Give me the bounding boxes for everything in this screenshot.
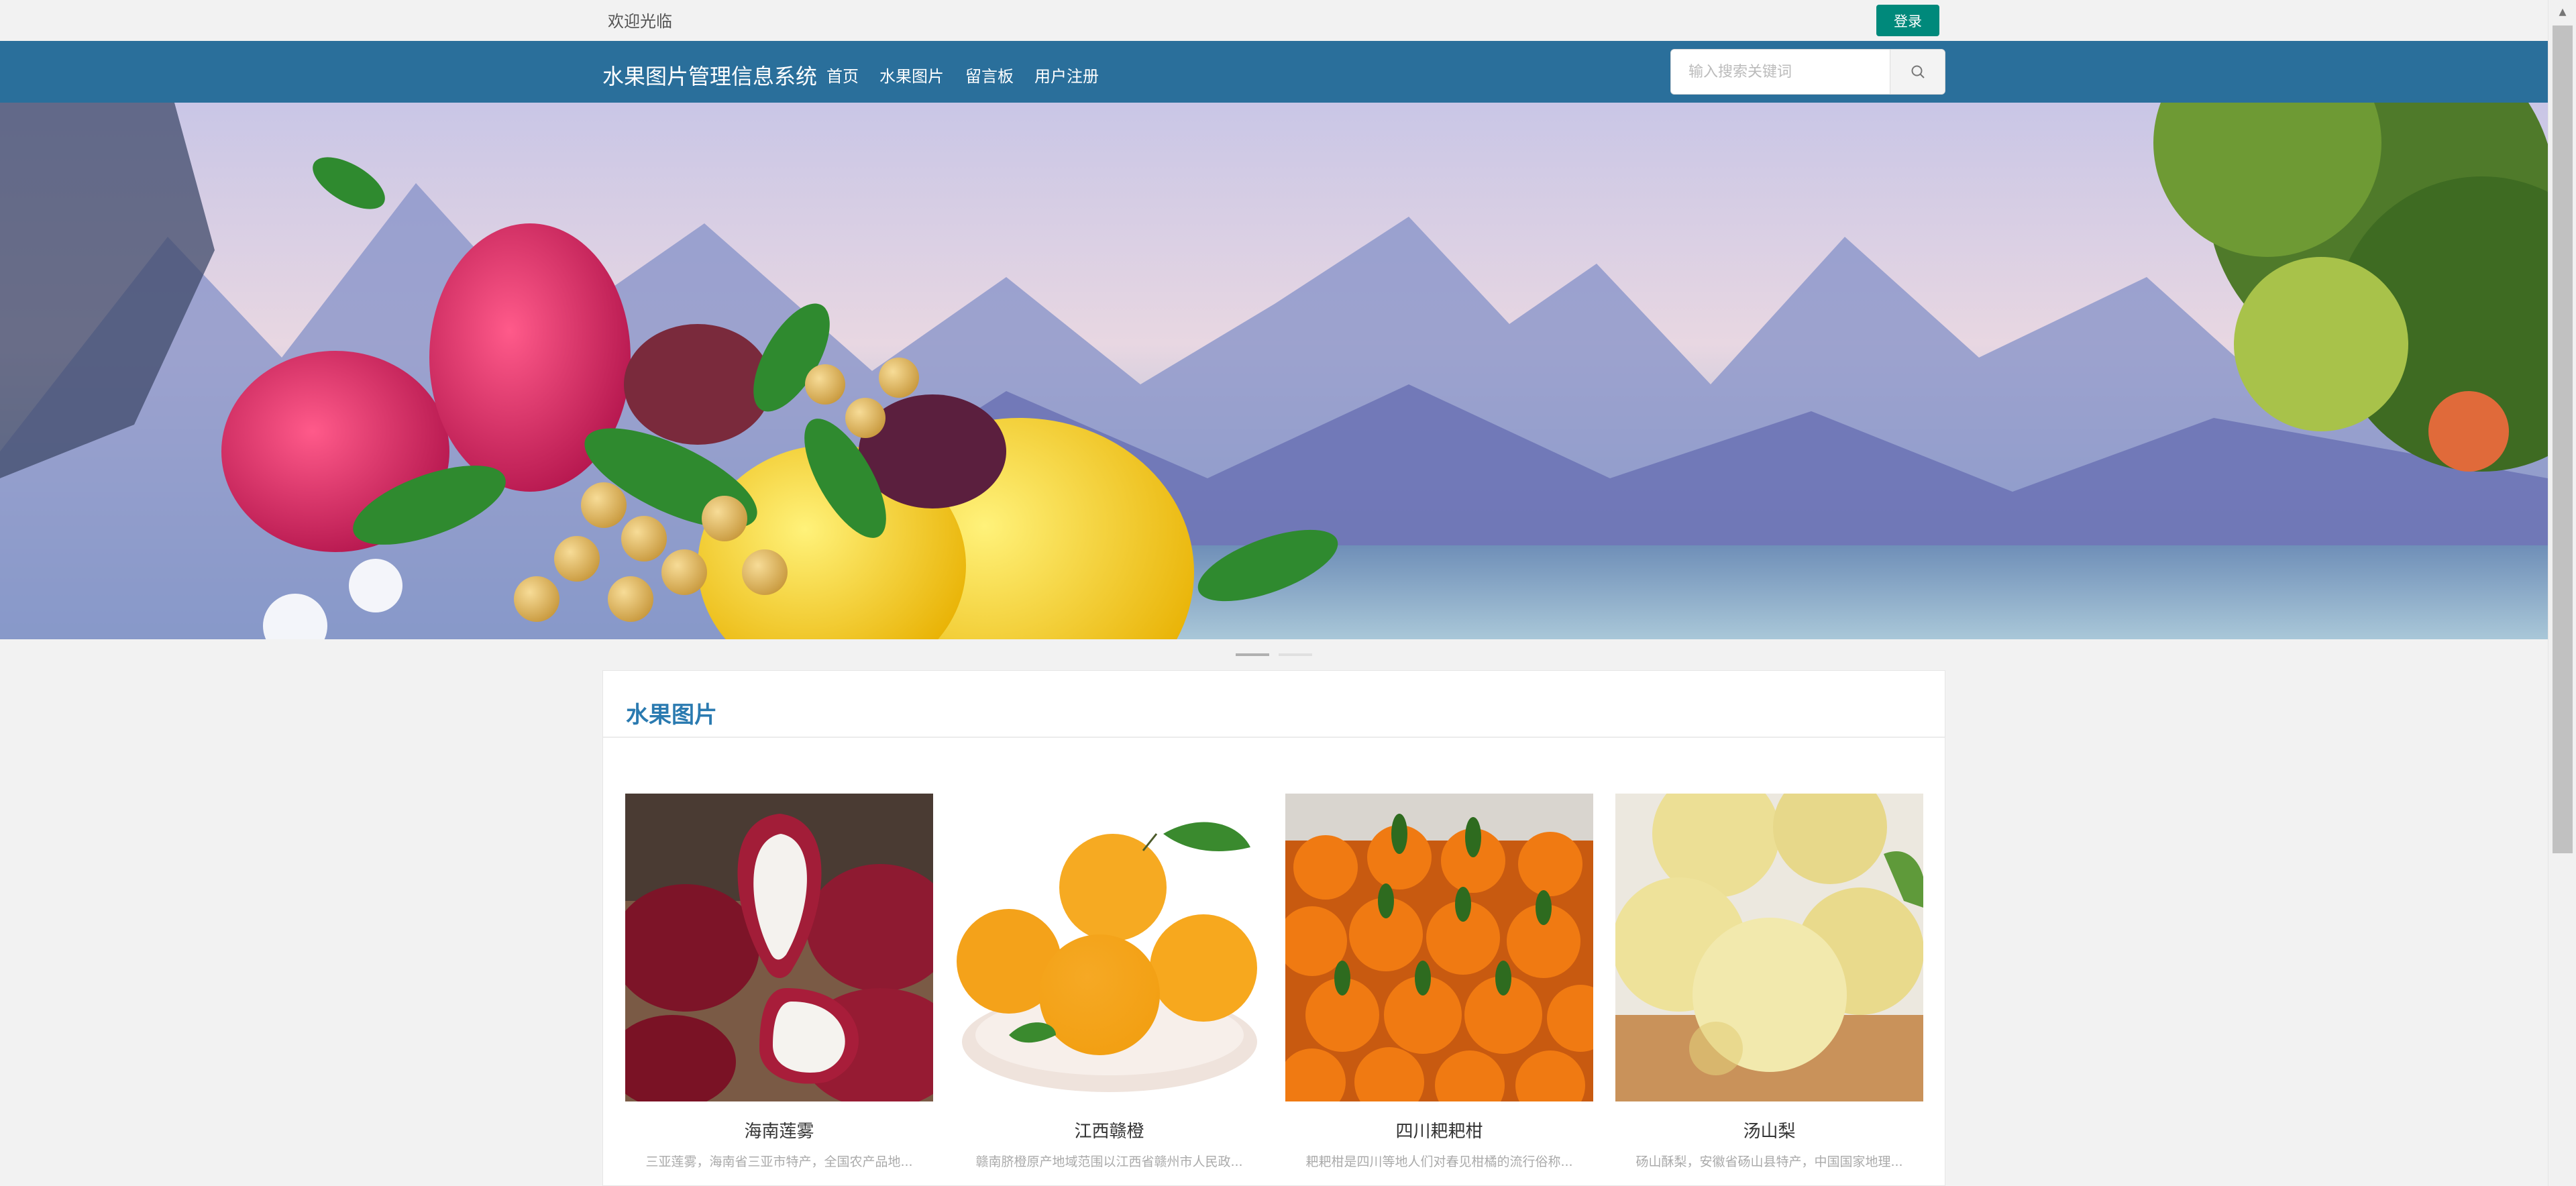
- fruit-card-name[interactable]: 江西赣橙: [955, 1118, 1263, 1142]
- top-bar: 欢迎光临 登录: [0, 0, 2548, 41]
- banner-image: [0, 103, 2548, 639]
- wax-apple-image: [625, 794, 933, 1101]
- fruit-card-image[interactable]: [1285, 794, 1593, 1101]
- scroll-up-arrow-icon[interactable]: ▴: [2548, 0, 2576, 23]
- carousel-dot-2[interactable]: [1279, 653, 1312, 656]
- navbar: 水果图片管理信息系统 首页 水果图片 留言板 用户注册: [0, 41, 2548, 103]
- fruit-card[interactable]: 四川耙耙柑 耙耙柑是四川等地人们对春见柑橘的流行俗称...: [1285, 794, 1593, 1170]
- search-icon: [1911, 65, 1925, 78]
- navel-orange-image: [955, 794, 1263, 1101]
- fruit-card[interactable]: 海南莲雾 三亚莲雾，海南省三亚市特产，全国农产品地...: [625, 794, 933, 1170]
- search-button[interactable]: [1890, 50, 1945, 94]
- fruit-card-desc: 耙耙柑是四川等地人们对春见柑橘的流行俗称...: [1305, 1154, 1573, 1169]
- login-button[interactable]: 登录: [1876, 5, 1939, 36]
- fruit-card-name[interactable]: 四川耙耙柑: [1285, 1118, 1593, 1142]
- nav-fruit-images[interactable]: 水果图片: [879, 63, 944, 87]
- fruit-card-desc: 三亚莲雾，海南省三亚市特产，全国农产品地...: [645, 1154, 913, 1169]
- section-title: 水果图片: [626, 702, 717, 729]
- welcome-text: 欢迎光临: [608, 12, 672, 31]
- scroll-thumb[interactable]: [2553, 25, 2573, 853]
- search-input[interactable]: [1671, 50, 1890, 94]
- nav-message-board[interactable]: 留言板: [965, 63, 1014, 87]
- fruit-card-image[interactable]: [625, 794, 933, 1101]
- fruit-card-image[interactable]: [1615, 794, 1923, 1101]
- search-box: [1670, 49, 1945, 95]
- site-brand[interactable]: 水果图片管理信息系统: [602, 60, 817, 91]
- pear-image: [1615, 794, 1923, 1101]
- carousel-dot-1[interactable]: [1236, 653, 1269, 656]
- fruit-card-desc: 赣南脐橙原产地域范围以江西省赣州市人民政...: [975, 1154, 1243, 1169]
- page-scrollbar[interactable]: ▴: [2548, 0, 2576, 1186]
- fruit-card-name[interactable]: 汤山梨: [1615, 1118, 1923, 1142]
- fruit-card-name[interactable]: 海南莲雾: [625, 1118, 933, 1142]
- banner-carousel[interactable]: [0, 103, 2548, 639]
- fruit-card[interactable]: 江西赣橙 赣南脐橙原产地域范围以江西省赣州市人民政...: [955, 794, 1263, 1170]
- nav-user-register[interactable]: 用户注册: [1034, 63, 1099, 87]
- carousel-indicators: [1236, 653, 1312, 656]
- fruit-card-image[interactable]: [955, 794, 1263, 1101]
- fruit-card[interactable]: 汤山梨 砀山酥梨，安徽省砀山县特产，中国国家地理...: [1615, 794, 1923, 1170]
- mandarin-image: [1285, 794, 1593, 1101]
- nav-home[interactable]: 首页: [826, 63, 859, 87]
- section-divider: [603, 737, 1945, 738]
- fruit-images-section: 水果图片 海南莲雾 三亚莲雾，海南省三亚市特产，全国农产品地... 江西赣橙 赣…: [602, 670, 1945, 1186]
- fruit-card-desc: 砀山酥梨，安徽省砀山县特产，中国国家地理...: [1635, 1154, 1903, 1169]
